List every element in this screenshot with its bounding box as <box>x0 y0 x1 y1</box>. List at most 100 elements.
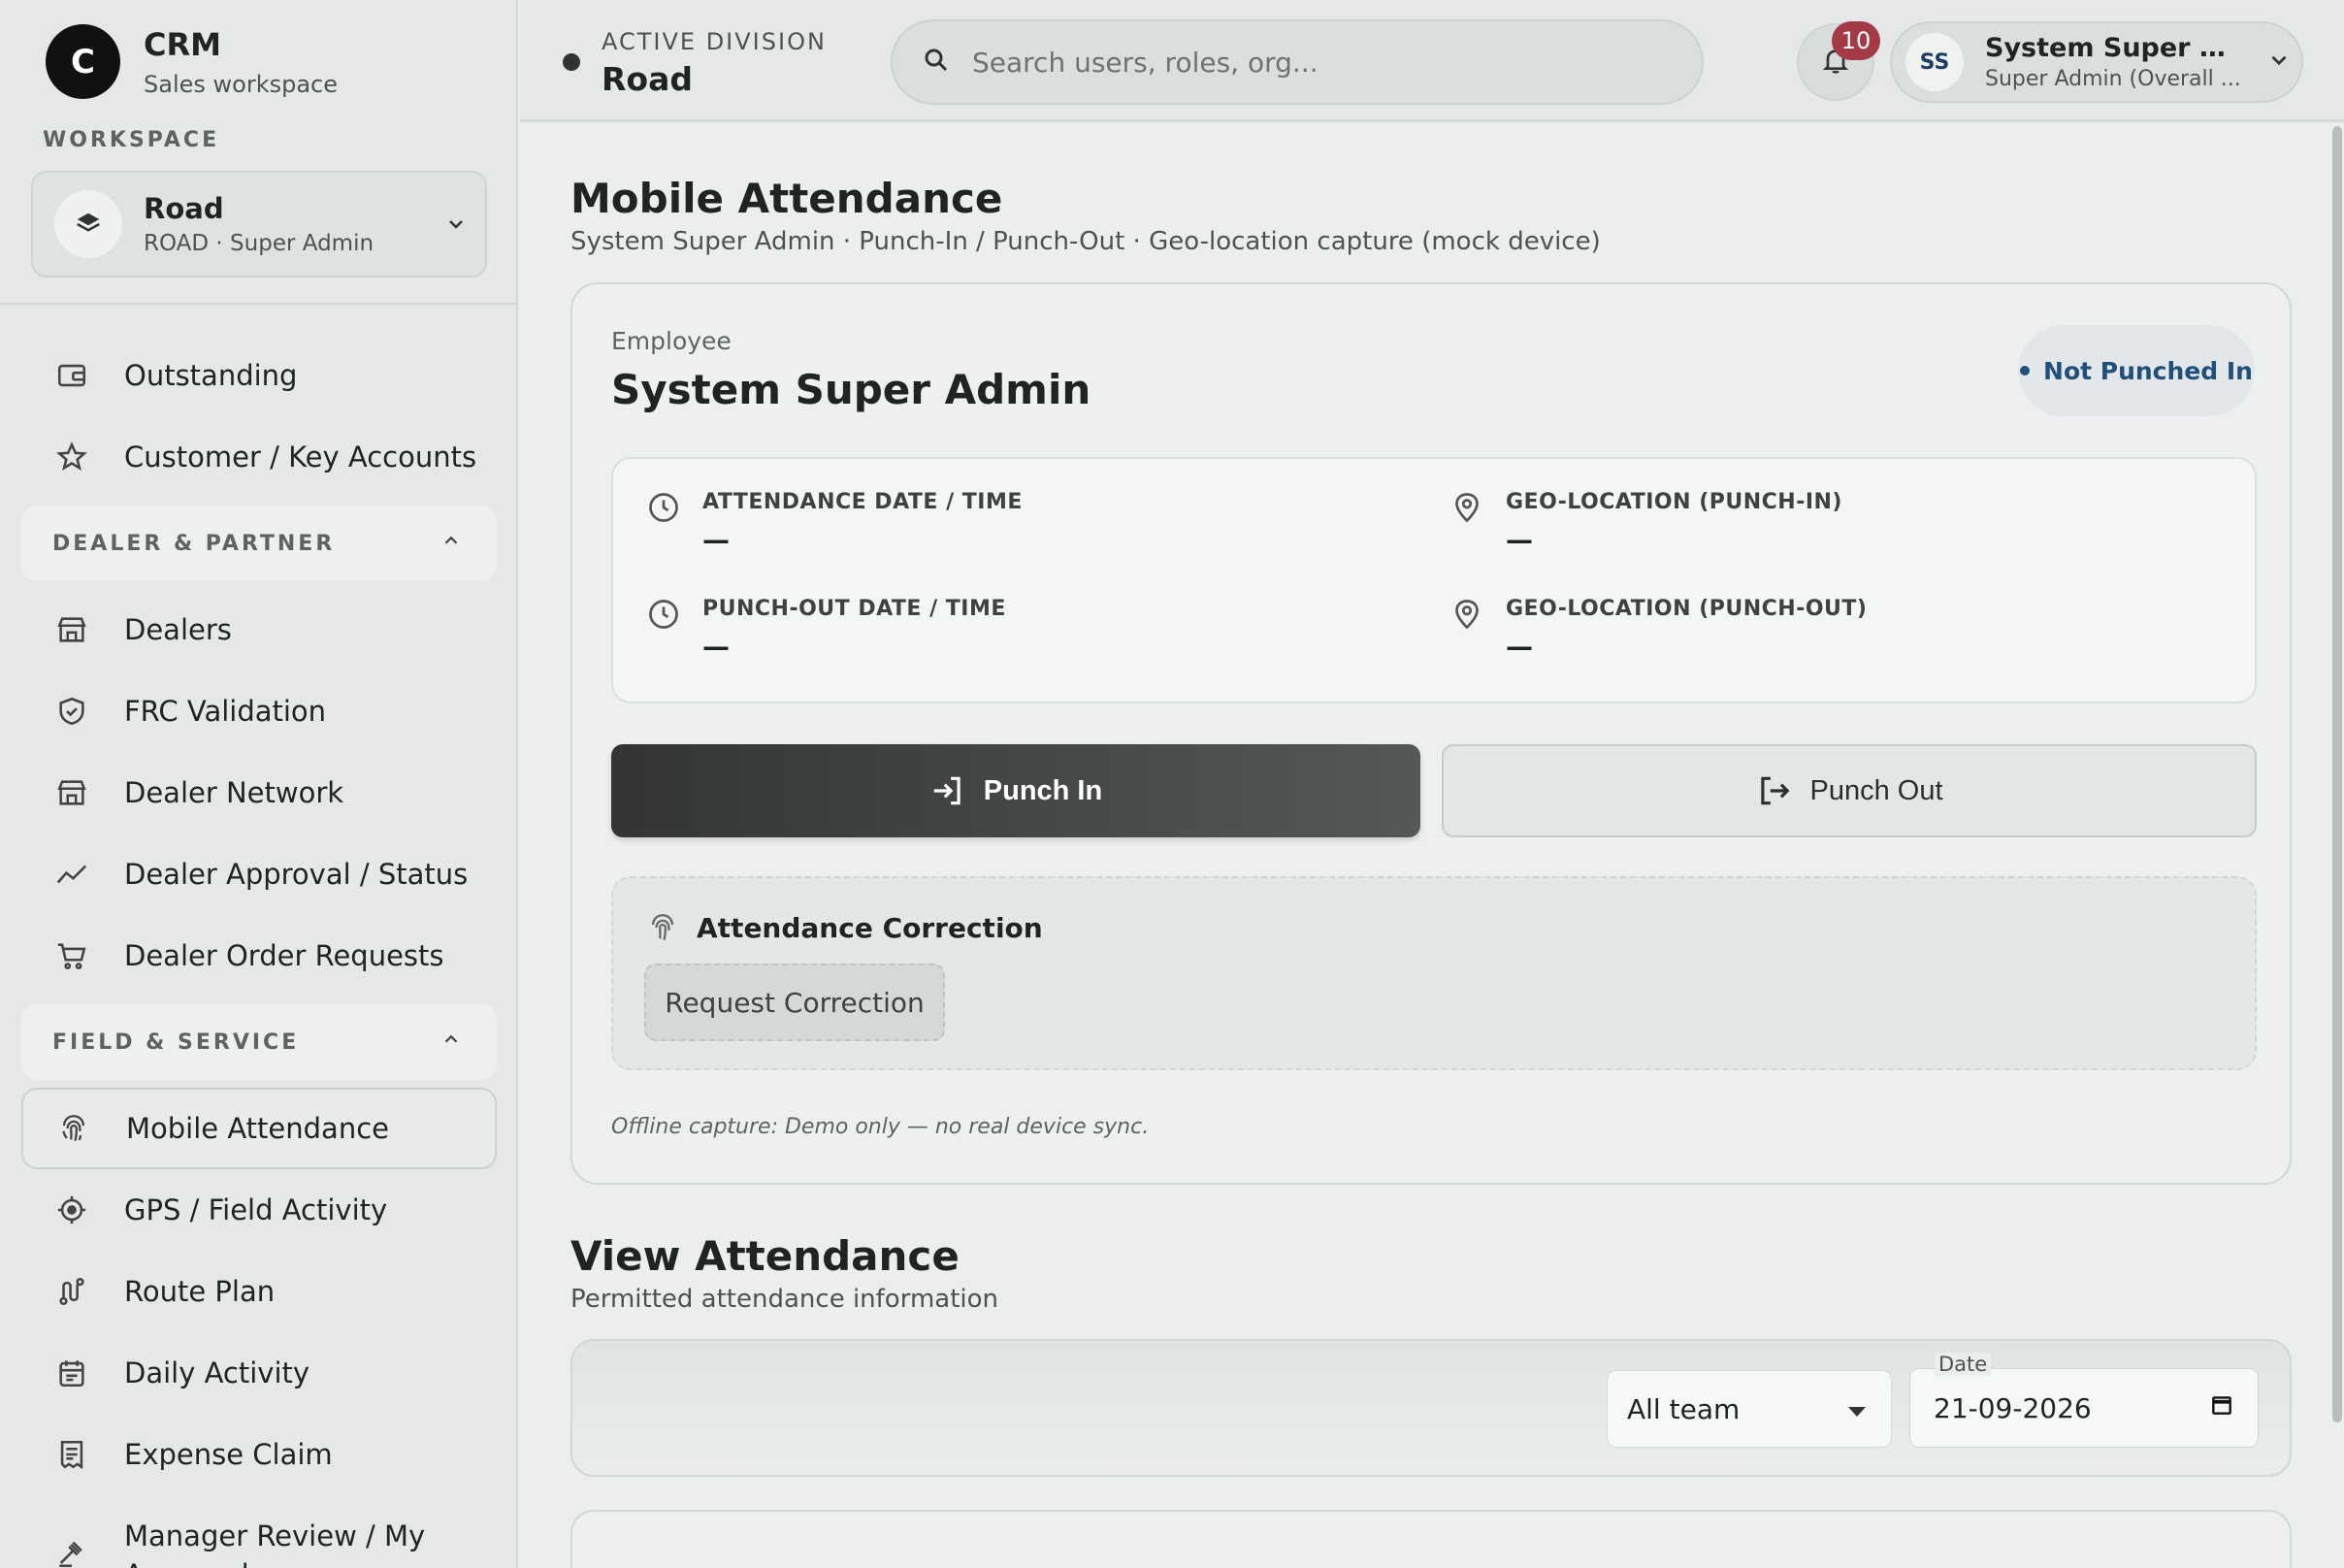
sidebar-item-dealers[interactable]: Dealers <box>21 589 497 670</box>
layers-icon <box>54 190 122 258</box>
attendance-correction-panel: Attendance Correction Request Correction <box>611 876 2257 1070</box>
offline-note: Offline capture: Demo only — no real dev… <box>611 1115 1150 1139</box>
workspace-selector[interactable]: Road ROAD · Super Admin <box>31 171 487 278</box>
field-label: GEO-LOCATION (PUNCH-OUT) <box>1506 597 1868 621</box>
chevron-up-icon <box>440 1029 462 1056</box>
punch-in-button[interactable]: Punch In <box>611 744 1420 837</box>
employee-name: System Super Admin <box>611 366 1091 413</box>
clock-icon <box>646 597 685 663</box>
sidebar-item-customer-key-accounts[interactable]: Customer / Key Accounts <box>21 416 497 498</box>
brand-name: CRM <box>144 25 221 63</box>
sidebar-item-label: Manager Review / My Approvals <box>124 1519 426 1568</box>
star-icon <box>52 438 91 476</box>
workspace-detail: ROAD · Super Admin <box>144 231 374 256</box>
section-field-service[interactable]: FIELD & SERVICE <box>21 1004 497 1080</box>
search-icon <box>922 46 951 79</box>
top-bar: ACTIVE DIVISION Road 10 SS System Super … <box>520 0 2344 122</box>
sidebar: C CRM Sales workspace WORKSPACE Road ROA… <box>0 0 518 1568</box>
chevron-up-icon <box>440 530 462 557</box>
chevron-down-icon <box>2266 48 2292 77</box>
clock-icon <box>646 490 685 556</box>
attendance-filter-bar: All team 21-09-2026 Date <box>570 1339 2292 1477</box>
sidebar-item-mobile-attendance[interactable]: Mobile Attendance <box>21 1088 497 1169</box>
employee-label: Employee <box>611 327 732 355</box>
page-title: Mobile Attendance <box>570 175 1003 222</box>
chevron-down-icon <box>427 212 485 236</box>
cart-icon <box>52 936 91 975</box>
sidebar-item-label: Dealer Approval / Status <box>124 858 469 891</box>
date-input[interactable]: 21-09-2026 <box>1909 1368 2259 1448</box>
sidebar-item-label: FRC Validation <box>124 695 327 728</box>
sidebar-item-expense-claim[interactable]: Expense Claim <box>21 1414 497 1495</box>
sidebar-item-dealer-approval-status[interactable]: Dealer Approval / Status <box>21 833 497 915</box>
attendance-datetime-field: ATTENDANCE DATE / TIME — <box>646 490 1023 556</box>
correction-title-text: Attendance Correction <box>697 911 1043 944</box>
division-indicator-dot <box>563 53 580 71</box>
logout-icon <box>1761 776 1790 805</box>
sidebar-item-route-plan[interactable]: Route Plan <box>21 1251 497 1332</box>
field-value: — <box>702 524 730 556</box>
attendance-results-card <box>570 1510 2292 1568</box>
punch-in-label: Punch In <box>983 774 1103 806</box>
punch-out-label: Punch Out <box>1809 774 1943 806</box>
sidebar-item-daily-activity[interactable]: Daily Activity <box>21 1332 497 1414</box>
map-pin-icon <box>1449 597 1488 663</box>
gavel-icon <box>52 1534 91 1568</box>
sidebar-item-label: Dealer Network <box>124 776 344 809</box>
sidebar-item-label: Dealers <box>124 613 232 646</box>
attendance-details: ATTENDANCE DATE / TIME — GEO-LOCATION (P… <box>611 457 2257 703</box>
sidebar-item-label: Expense Claim <box>124 1438 333 1471</box>
search-box[interactable] <box>891 19 1704 105</box>
field-value: — <box>1506 524 1533 556</box>
attendance-card: Employee System Super Admin Not Punched … <box>570 282 2292 1185</box>
view-attendance-title: View Attendance <box>570 1232 960 1280</box>
team-select[interactable]: All team <box>1607 1370 1892 1448</box>
status-badge: Not Punched In <box>2018 325 2255 416</box>
wallet-icon <box>52 356 91 395</box>
section-dealer-partner[interactable]: DEALER & PARTNER <box>21 506 497 581</box>
sidebar-nav: Outstanding Customer / Key Accounts DEAL… <box>21 335 497 1568</box>
sidebar-item-dealer-network[interactable]: Dealer Network <box>21 752 497 833</box>
locate-icon <box>52 1191 91 1229</box>
search-input[interactable] <box>972 46 1651 79</box>
route-icon <box>52 1272 91 1311</box>
correction-title: Attendance Correction <box>646 911 1043 944</box>
fingerprint-icon <box>54 1109 93 1148</box>
brand-subtitle: Sales workspace <box>144 70 338 98</box>
user-menu[interactable]: SS System Super Ad... Super Admin (Overa… <box>1890 21 2303 103</box>
brand[interactable]: C CRM Sales workspace <box>46 24 338 99</box>
request-correction-button[interactable]: Request Correction <box>644 964 945 1041</box>
sidebar-item-label: GPS / Field Activity <box>124 1193 388 1226</box>
sidebar-item-label: Dealer Order Requests <box>124 939 444 972</box>
avatar: SS <box>1905 33 1964 91</box>
sidebar-item-label: Mobile Attendance <box>126 1112 389 1145</box>
date-value: 21-09-2026 <box>1934 1391 2092 1424</box>
view-attendance-subtitle: Permitted attendance information <box>570 1285 999 1314</box>
notification-count-badge: 10 <box>1832 21 1880 60</box>
login-icon <box>933 776 960 805</box>
sidebar-item-outstanding[interactable]: Outstanding <box>21 335 497 416</box>
section-label: FIELD & SERVICE <box>52 1029 300 1055</box>
geo-punch-out-field: GEO-LOCATION (PUNCH-OUT) — <box>1449 597 1867 663</box>
punch-out-button[interactable]: Punch Out <box>1442 744 2257 837</box>
sidebar-item-manager-review[interactable]: Manager Review / My Approvals <box>21 1495 497 1568</box>
page-scrollbar[interactable] <box>2332 126 2342 1422</box>
sidebar-item-label: Daily Activity <box>124 1356 310 1389</box>
sidebar-item-frc-validation[interactable]: FRC Validation <box>21 670 497 752</box>
sidebar-item-label: Outstanding <box>124 359 298 392</box>
sidebar-item-label: Customer / Key Accounts <box>124 441 477 474</box>
map-pin-icon <box>1449 490 1488 556</box>
sidebar-divider <box>0 303 516 305</box>
sidebar-item-label: Route Plan <box>124 1275 276 1308</box>
store-icon <box>52 610 91 649</box>
team-select-value: All team <box>1627 1392 1741 1425</box>
receipt-icon <box>52 1435 91 1474</box>
section-label: DEALER & PARTNER <box>52 531 336 556</box>
sidebar-item-gps-field-activity[interactable]: GPS / Field Activity <box>21 1169 497 1251</box>
caret-down-icon <box>1846 1393 1868 1425</box>
punch-out-datetime-field: PUNCH-OUT DATE / TIME — <box>646 597 1006 663</box>
field-label: PUNCH-OUT DATE / TIME <box>702 597 1006 621</box>
calendar-icon[interactable] <box>2209 1392 2234 1424</box>
sidebar-item-dealer-order-requests[interactable]: Dealer Order Requests <box>21 915 497 996</box>
active-division-name: Road <box>602 60 693 98</box>
